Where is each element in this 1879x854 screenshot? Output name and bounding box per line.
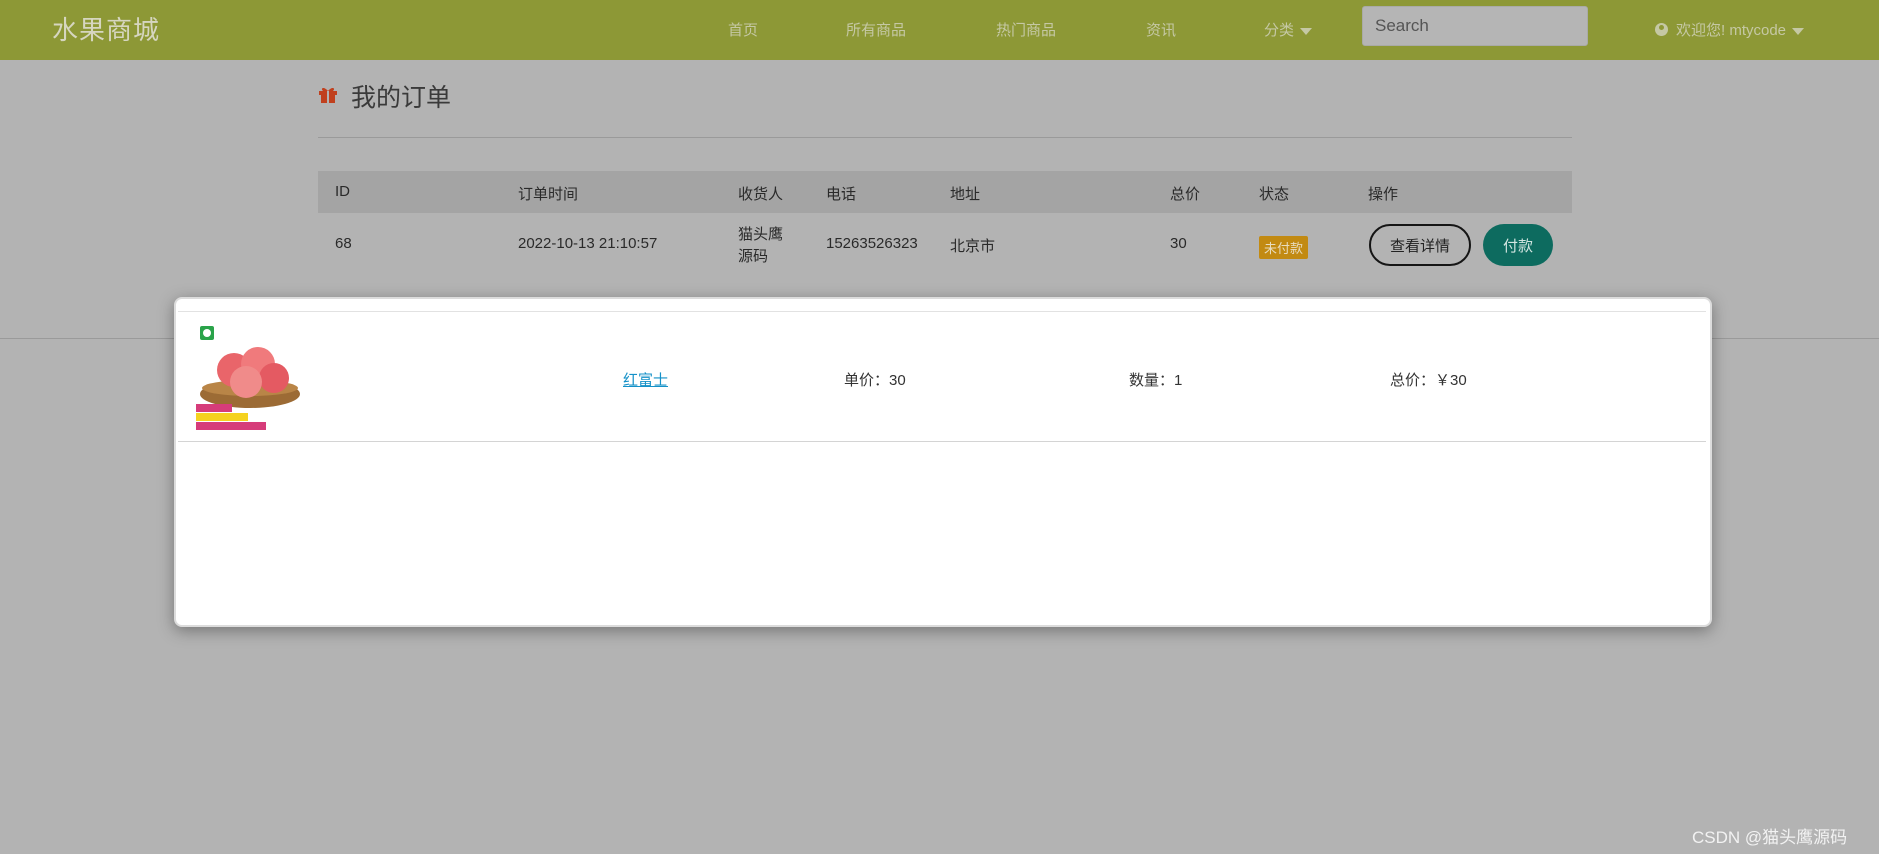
brand-logo[interactable]: 水果商城 <box>52 10 160 47</box>
nav-link-hot-products[interactable]: 热门商品 <box>996 19 1056 40</box>
nav-dropdown-category[interactable]: 分类 <box>1264 19 1313 40</box>
nav-dropdown-category-label: 分类 <box>1264 22 1295 39</box>
divider <box>318 137 1572 138</box>
cell-order-time: 2022-10-13 21:10:57 <box>518 235 658 252</box>
product-name-link[interactable]: 红富士 <box>623 369 668 390</box>
cell-id: 68 <box>335 235 352 252</box>
quantity: 数量：1 <box>1129 372 1183 389</box>
pay-button[interactable]: 付款 <box>1483 224 1553 266</box>
cell-receiver-line1: 猫头鹰 <box>738 226 784 243</box>
table-header: ID 订单时间 收货人 电话 地址 总价 状态 操作 <box>318 171 1572 213</box>
gift-icon <box>319 87 337 103</box>
navbar: 水果商城 首页 所有商品 热门商品 资讯 分类 欢迎您! mtycode <box>0 0 1879 60</box>
th-id: ID <box>335 183 350 200</box>
cell-address: 北京市 <box>950 238 996 255</box>
nav-link-news[interactable]: 资讯 <box>1146 19 1176 40</box>
th-order-time: 订单时间 <box>518 186 579 203</box>
nav-link-home[interactable]: 首页 <box>728 19 758 40</box>
product-name[interactable]: 红富士 <box>623 372 668 389</box>
cell-total: 30 <box>1170 235 1187 252</box>
view-details-button[interactable]: 查看详情 <box>1369 224 1471 266</box>
th-phone: 电话 <box>826 186 857 203</box>
cell-receiver-line2: 源码 <box>738 248 769 265</box>
nav-link-all-products[interactable]: 所有商品 <box>846 19 906 40</box>
status-badge: 未付款 <box>1259 236 1309 259</box>
watermark: CSDN @猫头鹰源码 <box>1692 828 1848 847</box>
user-menu[interactable]: 欢迎您! mtycode <box>1655 19 1805 40</box>
th-address: 地址 <box>950 186 981 203</box>
item-total: 总价：￥30 <box>1390 372 1467 389</box>
apple-basket-image <box>196 326 300 430</box>
th-status: 状态 <box>1259 186 1290 203</box>
th-actions: 操作 <box>1368 186 1399 203</box>
divider <box>178 311 1706 312</box>
search-input[interactable] <box>1362 6 1588 46</box>
page-title: 我的订单 <box>351 84 452 112</box>
th-total: 总价 <box>1170 186 1201 203</box>
order-detail-modal: 红富士 单价：30 数量：1 总价：￥30 <box>174 297 1712 627</box>
divider <box>178 441 1706 442</box>
caret-down-icon <box>1792 27 1805 35</box>
user-greeting: 欢迎您! mtycode <box>1676 22 1787 39</box>
th-receiver: 收货人 <box>738 186 784 203</box>
caret-down-icon <box>1300 27 1313 35</box>
cell-receiver: 猫头鹰 源码 <box>738 224 783 268</box>
user-icon <box>1655 23 1668 36</box>
cell-phone: 15263526323 <box>826 235 918 252</box>
unit-price: 单价：30 <box>844 372 906 389</box>
